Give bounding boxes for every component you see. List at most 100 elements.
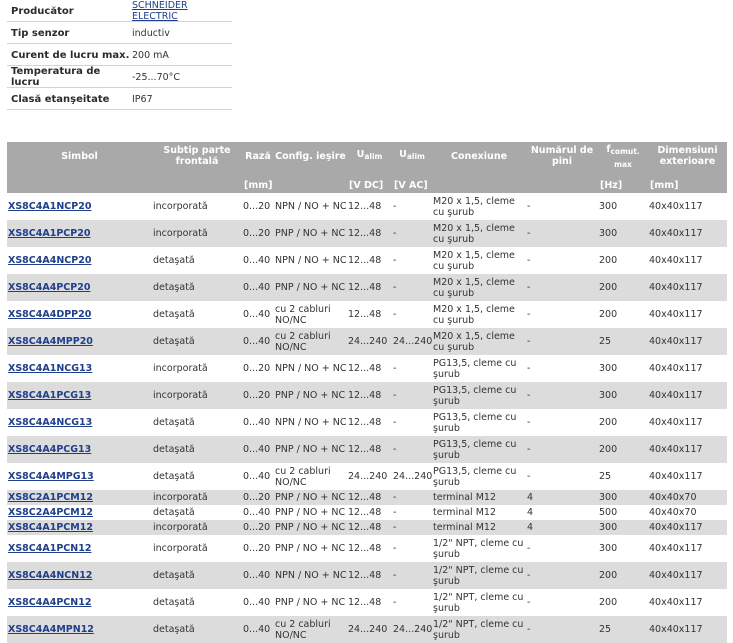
product-symbol-link[interactable]: XS8C2A4PCM12 [7,505,152,520]
header-ualim-dc[interactable]: Ualim [347,142,392,180]
product-symbol-link[interactable]: XS8C4A4MPG13 [7,463,152,490]
header-simbol-label: Simbol [61,151,98,162]
cell-range: 0...20 [242,382,274,409]
specifications-list: Producător SCHNEIDER ELECTRIC Tip senzor in… [7,0,232,111]
product-symbol-link[interactable]: XS8C2A1PCM12 [7,490,152,505]
cell-voltage-ac: - [392,436,432,463]
header-config[interactable]: Config. ieşire [274,142,347,180]
cell-dimensions: 40x40x117 [648,220,727,247]
cell-output-config: PNP / NO + NC [274,505,347,520]
product-symbol-link[interactable]: XS8C4A4NCG13 [7,409,152,436]
cell-front-type: incorporată [152,535,242,562]
table-row: XS8C4A1PCG13 incorporată 0...20 PNP / NO + … [7,382,727,409]
table-header-row: Simbol Subtip parte frontală Rază Config… [7,142,727,180]
spec-label: Producător [11,5,74,17]
spec-row: Clasă etanşeitate IP67 [7,89,232,110]
cell-range: 0...20 [242,220,274,247]
header-conexiune[interactable]: Conexiune [432,142,526,180]
product-symbol-link[interactable]: XS8C4A4PCN12 [7,589,152,616]
header-ualim-sub: alim [364,152,383,161]
product-symbol-link[interactable]: XS8C4A4MPN12 [7,616,152,643]
table-units-row: [mm] [V DC] [V AC] [Hz] [mm] [7,180,727,193]
units-empty-4 [432,180,526,193]
header-config-label: Config. ieşire [275,151,346,162]
cell-voltage-dc: 24...240 [347,463,392,490]
cell-frequency: 200 [598,247,648,274]
cell-connection: M20 x 1,5, cleme cu şurub [432,301,526,328]
header-pini[interactable]: Numărul de pini [526,142,598,180]
cell-connection: M20 x 1,5, cleme cu şurub [432,193,526,220]
cell-connection: 1/2" NPT, cleme cu şurub [432,535,526,562]
header-fcomut-sub: comut. max [610,147,640,169]
cell-frequency: 200 [598,562,648,589]
product-symbol-link[interactable]: XS8C4A1NCG13 [7,355,152,382]
units-freq: [Hz] [598,180,648,193]
table-row: XS8C4A4MPN12 detaşată 0...40 cu 2 cabluri N… [7,616,727,643]
cell-frequency: 300 [598,535,648,562]
header-raza-label: Rază [245,151,271,162]
header-raza[interactable]: Rază [242,142,274,180]
cell-voltage-ac: - [392,274,432,301]
spec-value: 200 mA [132,49,169,61]
header-simbol[interactable]: Simbol [7,142,152,180]
cell-dimensions: 40x40x117 [648,355,727,382]
cell-pins: - [526,463,598,490]
cell-dimensions: 40x40x117 [648,589,727,616]
cell-voltage-dc: 12...48 [347,589,392,616]
product-symbol-link[interactable]: XS8C4A1PCM12 [7,520,152,535]
table-row: XS8C4A1PCP20 incorporată 0...20 PNP / NO + … [7,220,727,247]
cell-voltage-ac: - [392,247,432,274]
cell-range: 0...40 [242,463,274,490]
cell-voltage-dc: 12...48 [347,409,392,436]
product-symbol-link[interactable]: XS8C4A4MPP20 [7,328,152,355]
cell-connection: terminal M12 [432,490,526,505]
cell-connection: M20 x 1,5, cleme cu şurub [432,247,526,274]
cell-output-config: PNP / NO + NC [274,490,347,505]
header-fcomut[interactable]: fcomut. max [598,142,648,180]
spec-label: Clasă etanşeitate [11,93,110,105]
cell-range: 0...20 [242,490,274,505]
product-symbol-link[interactable]: XS8C4A1PCG13 [7,382,152,409]
cell-front-type: detaşată [152,274,242,301]
cell-voltage-dc: 12...48 [347,520,392,535]
cell-voltage-dc: 12...48 [347,193,392,220]
spec-row: Temperatura de lucru -25...70°C [7,66,232,88]
cell-voltage-ac: - [392,505,432,520]
cell-frequency: 300 [598,220,648,247]
cell-pins: - [526,301,598,328]
product-symbol-link[interactable]: XS8C4A4PCG13 [7,436,152,463]
product-symbol-link[interactable]: XS8C4A4NCN12 [7,562,152,589]
cell-voltage-ac: - [392,589,432,616]
cell-connection: M20 x 1,5, cleme cu şurub [432,274,526,301]
cell-output-config: cu 2 cabluri NO/NC [274,328,347,355]
product-symbol-link[interactable]: XS8C4A4PCP20 [7,274,152,301]
cell-front-type: detaşată [152,463,242,490]
cell-connection: PG13,5, cleme cu şurub [432,355,526,382]
cell-dimensions: 40x40x117 [648,463,727,490]
cell-front-type: detaşată [152,505,242,520]
cell-frequency: 200 [598,274,648,301]
product-symbol-link[interactable]: XS8C4A4DPP20 [7,301,152,328]
units-empty-1 [7,180,152,193]
product-symbol-link[interactable]: XS8C4A1NCP20 [7,193,152,220]
cell-dimensions: 40x40x117 [648,274,727,301]
header-ualim-ac[interactable]: Ualim [392,142,432,180]
table-row: XS8C4A4DPP20 detaşată 0...40 cu 2 cabluri N… [7,301,727,328]
spec-value: -25...70°C [132,71,181,83]
header-subtip[interactable]: Subtip parte frontală [152,142,242,180]
manufacturer-link[interactable]: SCHNEIDER ELECTRIC [132,0,232,22]
product-symbol-link[interactable]: XS8C4A1PCN12 [7,535,152,562]
cell-frequency: 300 [598,520,648,535]
cell-front-type: incorporată [152,382,242,409]
cell-voltage-dc: 12...48 [347,355,392,382]
cell-output-config: PNP / NO + NC [274,520,347,535]
header-dimensiuni[interactable]: Dimensiuni exterioare [648,142,727,180]
cell-range: 0...40 [242,505,274,520]
products-table: Simbol Subtip parte frontală Rază Config… [7,142,727,643]
spec-label: Temperatura de lucru [11,66,101,88]
spec-value: IP67 [132,93,153,105]
cell-pins: - [526,535,598,562]
units-empty-2 [152,180,242,193]
product-symbol-link[interactable]: XS8C4A1PCP20 [7,220,152,247]
product-symbol-link[interactable]: XS8C4A4NCP20 [7,247,152,274]
